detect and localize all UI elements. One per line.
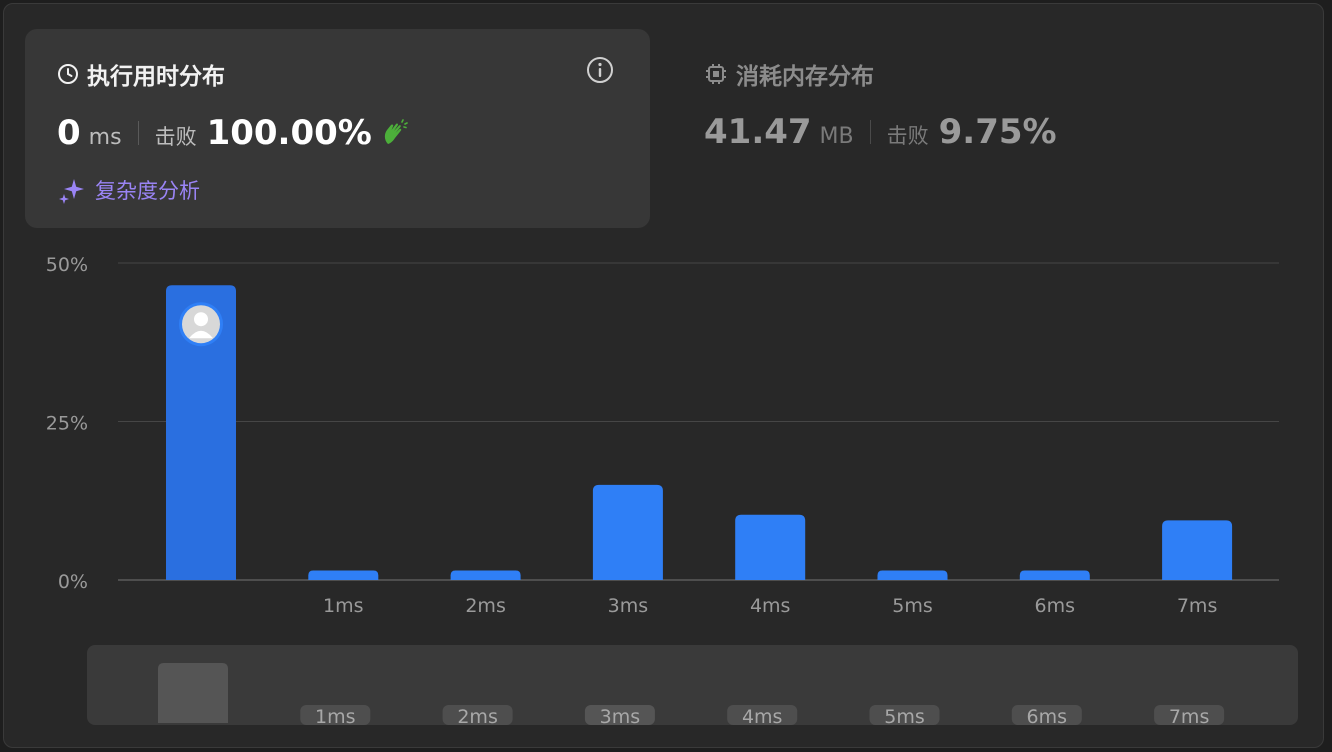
runtime-distribution-panel: 执行用时分布 0 ms 击败 100.00% 复杂度分析 消耗内存分布 41.4… xyxy=(3,3,1324,748)
bar[interactable] xyxy=(308,570,379,580)
x-tick-label: 7ms xyxy=(1177,595,1218,617)
navigator-label: 3ms xyxy=(600,706,641,728)
x-tick-label: 4ms xyxy=(750,595,791,617)
y-tick-label: 25% xyxy=(46,413,88,435)
bar[interactable] xyxy=(592,484,663,580)
y-tick-label: 50% xyxy=(46,254,88,276)
y-tick-label: 0% xyxy=(58,571,88,593)
x-tick-label: 5ms xyxy=(892,595,933,617)
x-tick-label: 2ms xyxy=(465,595,506,617)
range-navigator[interactable] xyxy=(87,645,1298,725)
bar[interactable] xyxy=(1019,570,1090,580)
x-tick-label: 1ms xyxy=(323,595,364,617)
x-tick-label: 3ms xyxy=(608,595,649,617)
bar[interactable] xyxy=(1162,520,1233,580)
navigator-label: 1ms xyxy=(315,706,356,728)
runtime-bar-chart: 0% 25% 50% 1ms 2ms 3ms 4ms 5ms 6ms 7ms 1ms 2ms 3ms 4m… xyxy=(46,254,1298,728)
navigator-label: 6ms xyxy=(1027,706,1068,728)
avatar-head-icon xyxy=(194,312,208,327)
navigator-label: 5ms xyxy=(884,706,925,728)
bar[interactable] xyxy=(877,570,948,580)
bar[interactable] xyxy=(450,570,521,580)
bar[interactable] xyxy=(735,514,806,580)
navigator-bar[interactable] xyxy=(158,663,228,723)
navigator-label: 2ms xyxy=(457,706,498,728)
x-tick-label: 6ms xyxy=(1035,595,1076,617)
navigator-label: 7ms xyxy=(1169,706,1210,728)
navigator-label: 4ms xyxy=(742,706,783,728)
